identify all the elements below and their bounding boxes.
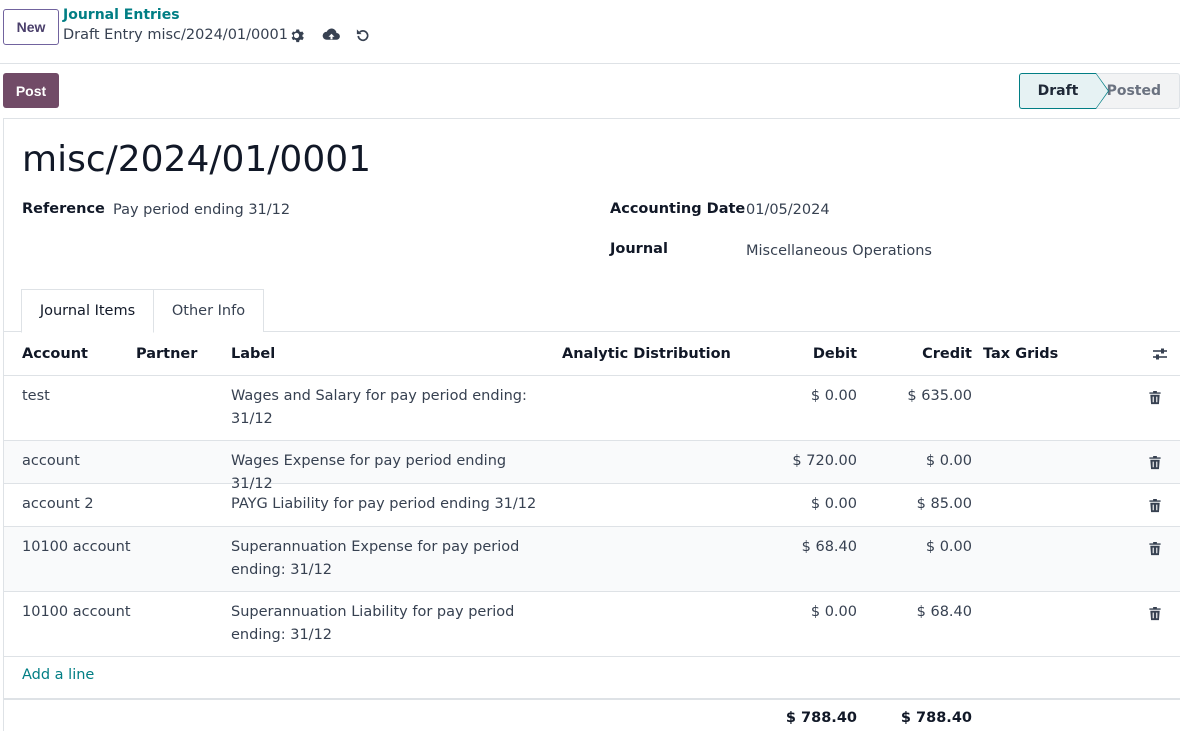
cell-debit: $ 0.00: [810, 388, 857, 404]
gear-icon[interactable]: [287, 26, 305, 44]
table-row[interactable]: test Wages and Salary for pay period end…: [4, 376, 1180, 441]
cell-debit: $ 0.00: [810, 604, 857, 620]
status-bar: Draft Posted: [1019, 73, 1180, 109]
cell-label: Superannuation Liability for pay period …: [231, 601, 551, 647]
table-row[interactable]: 10100 account Superannuation Liability f…: [4, 592, 1180, 657]
cell-credit: $ 635.00: [907, 388, 972, 404]
column-tax-grids[interactable]: Tax Grids: [983, 332, 1058, 376]
cell-debit: $ 720.00: [792, 453, 857, 469]
new-button[interactable]: New: [3, 9, 59, 45]
total-debit: $ 788.40: [785, 710, 857, 726]
trash-icon[interactable]: [1148, 498, 1164, 514]
cell-label: Superannuation Expense for pay period en…: [231, 536, 551, 582]
column-partner[interactable]: Partner: [136, 332, 197, 376]
status-posted-label: Posted: [1106, 83, 1161, 99]
cell-label-line2: 31/12: [231, 411, 273, 427]
cell-account: test: [22, 388, 50, 404]
table-header: Account Partner Label Analytic Distribut…: [4, 332, 1180, 376]
add-line-link[interactable]: Add a line: [22, 667, 94, 683]
cell-label-line1: Superannuation Expense for pay period: [231, 539, 520, 555]
column-credit[interactable]: Credit: [874, 332, 972, 376]
column-account[interactable]: Account: [22, 332, 88, 376]
cell-label-line2: ending: 31/12: [231, 627, 333, 643]
column-label[interactable]: Label: [231, 332, 275, 376]
control-panel: New Journal Entries Draft Entry misc/202…: [0, 0, 1180, 64]
accounting-date-label: Accounting Date: [610, 201, 746, 217]
total-credit: $ 788.40: [900, 710, 972, 726]
status-draft[interactable]: Draft: [1019, 73, 1109, 109]
entry-name: misc/2024/01/0001: [22, 139, 372, 180]
post-button[interactable]: Post: [3, 73, 59, 108]
cell-account: account: [22, 453, 80, 469]
trash-icon[interactable]: [1148, 390, 1164, 406]
cell-label: PAYG Liability for pay period ending 31/…: [231, 496, 537, 512]
form-sheet: misc/2024/01/0001 Reference Pay period e…: [3, 118, 1180, 731]
journal-field[interactable]: Miscellaneous Operations: [746, 243, 932, 259]
column-debit[interactable]: Debit: [764, 332, 857, 376]
cell-account: 10100 account: [22, 539, 131, 555]
cell-debit: $ 0.00: [810, 496, 857, 512]
cell-label-line1: Wages and Salary for pay period ending:: [231, 388, 527, 404]
table-row[interactable]: 10100 account Superannuation Expense for…: [4, 527, 1180, 592]
notebook-tabs: Journal Items Other Info: [4, 289, 1180, 333]
table-row[interactable]: account Wages Expense for pay period end…: [4, 441, 1180, 492]
trash-icon[interactable]: [1148, 455, 1164, 471]
journal-label: Journal: [610, 241, 668, 257]
tab-journal-items[interactable]: Journal Items: [21, 289, 154, 333]
cell-label: Wages and Salary for pay period ending: …: [231, 385, 551, 431]
trash-icon[interactable]: [1148, 606, 1164, 622]
totals-row: $ 788.40 $ 788.40: [4, 699, 1180, 731]
accounting-date-field[interactable]: 01/05/2024: [746, 202, 830, 218]
breadcrumb-journal-entries[interactable]: Journal Entries: [63, 7, 180, 23]
cloud-upload-icon[interactable]: [322, 25, 340, 43]
cell-label-line1: Superannuation Liability for pay period: [231, 604, 515, 620]
cell-debit: $ 68.40: [801, 539, 857, 555]
cell-label-line2: ending: 31/12: [231, 562, 333, 578]
tab-other-info[interactable]: Other Info: [153, 289, 264, 332]
cell-credit: $ 0.00: [925, 453, 972, 469]
table-row[interactable]: account 2 PAYG Liability for pay period …: [4, 484, 1180, 527]
status-draft-label: Draft: [1037, 83, 1079, 99]
undo-icon[interactable]: [353, 26, 371, 44]
add-line-row: Add a line: [4, 657, 1180, 699]
cell-credit: $ 85.00: [916, 496, 972, 512]
cell-credit: $ 68.40: [916, 604, 972, 620]
sliders-icon[interactable]: [1152, 332, 1168, 376]
reference-label: Reference: [22, 201, 105, 217]
record-title: Draft Entry misc/2024/01/0001: [63, 27, 288, 43]
reference-field[interactable]: Pay period ending 31/12: [113, 202, 290, 218]
cell-account: account 2: [22, 496, 94, 512]
status-arrow-inner: [1096, 74, 1108, 108]
journal-items-table: Account Partner Label Analytic Distribut…: [4, 332, 1180, 731]
column-analytic-distribution[interactable]: Analytic Distribution: [562, 332, 731, 376]
cell-credit: $ 0.00: [925, 539, 972, 555]
trash-icon[interactable]: [1148, 541, 1164, 557]
cell-account: 10100 account: [22, 604, 131, 620]
